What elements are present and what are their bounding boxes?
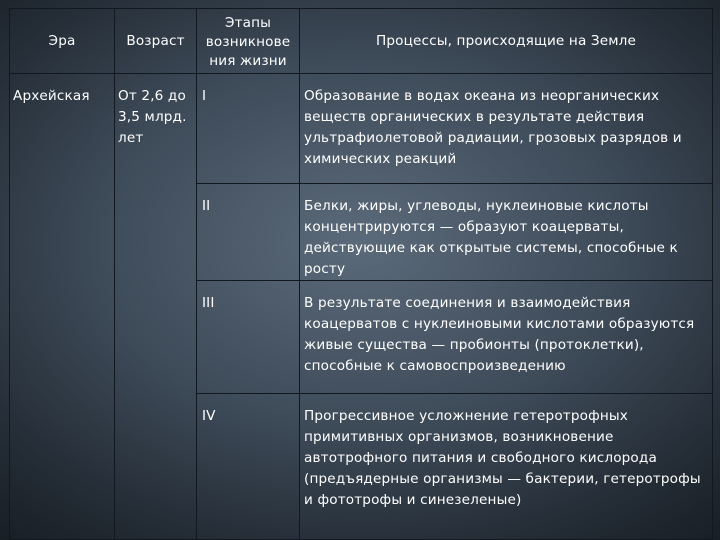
header-row: Эра Возраст Этапы возникнове ния жизни П… — [9, 8, 713, 74]
header-age: Возраст — [114, 8, 197, 74]
process-cell: В результате соединения и взаимодействия… — [299, 280, 713, 394]
header-processes: Процессы, происходящие на Земле — [299, 8, 713, 74]
age-cell: От 2,6 до 3,5 млрд. лет — [114, 73, 197, 540]
stage-cell: II — [196, 183, 300, 281]
stage-cell: I — [196, 73, 300, 184]
header-era: Эра — [9, 8, 115, 74]
process-cell: Прогрессивное усложнение гетеротрофных п… — [299, 393, 713, 540]
slide: Эра Возраст Этапы возникнове ния жизни П… — [0, 0, 720, 540]
table-header: Эра Возраст Этапы возникнове ния жизни П… — [9, 8, 713, 74]
header-stage: Этапы возникнове ния жизни — [196, 8, 300, 74]
process-cell: Образование в водах океана из неорганиче… — [299, 73, 713, 184]
evolution-stages-table: Эра Возраст Этапы возникнове ния жизни П… — [9, 8, 713, 540]
stage-cell: IV — [196, 393, 300, 540]
process-cell: Белки, жиры, углеводы, нуклеиновые кисло… — [299, 183, 713, 281]
era-cell: Архейская — [9, 73, 115, 540]
table-body: Архейская От 2,6 до 3,5 млрд. лет I Обра… — [9, 73, 713, 540]
table-row: Архейская От 2,6 до 3,5 млрд. лет I Обра… — [9, 73, 713, 540]
stage-cell: III — [196, 280, 300, 394]
